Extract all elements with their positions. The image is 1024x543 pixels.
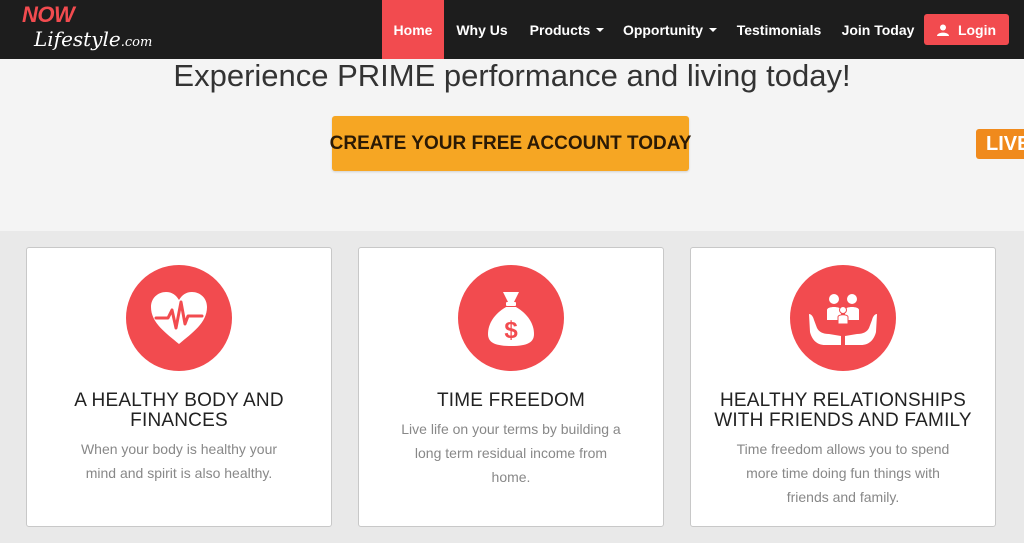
feature-desc-line: friends and family. — [786, 489, 900, 505]
feature-description: Time freedom allows you to spend more ti… — [721, 437, 965, 509]
feature-title-line2: FINANCES — [130, 410, 228, 431]
feature-title-line2: WITH FRIENDS AND FAMILY — [714, 410, 972, 431]
top-navbar: NOW Lifestyle.com Home Why Us Products O… — [0, 0, 1024, 59]
nav-item-why-us[interactable]: Why Us — [444, 0, 520, 59]
svg-text:$: $ — [504, 317, 518, 344]
feature-desc-line: When your body is healthy your — [80, 441, 278, 457]
nav-item-home[interactable]: Home — [382, 0, 444, 59]
money-bag-icon: $ — [488, 292, 534, 346]
nav-item-testimonials[interactable]: Testimonials — [726, 0, 832, 59]
logo-main-text: Lifestyle — [34, 27, 121, 51]
feature-desc-line: Live life on your terms by building a — [401, 421, 621, 437]
features-section: A HEALTHY BODY AND FINANCES When your bo… — [0, 231, 1024, 543]
nav-label-home: Home — [393, 21, 433, 38]
feature-card-healthy-body: A HEALTHY BODY AND FINANCES When your bo… — [26, 247, 332, 527]
chevron-down-icon — [709, 27, 718, 32]
nav-item-opportunity[interactable]: Opportunity — [614, 0, 726, 59]
logo-lifestyle-text: Lifestyle.com — [34, 28, 152, 54]
nav-label-why-us: Why Us — [456, 21, 508, 38]
feature-desc-line: more time doing fun things with — [746, 465, 940, 481]
feature-title-line1: HEALTHY RELATIONSHIPS — [720, 390, 966, 411]
family-hands-icon — [809, 294, 877, 345]
nav-item-products[interactable]: Products — [520, 0, 614, 59]
hero-section: Experience PRIME performance and living … — [0, 59, 1024, 231]
feature-card-relationships: HEALTHY RELATIONSHIPS WITH FRIENDS AND F… — [690, 247, 996, 527]
nav-label-join-today: Join Today — [841, 21, 915, 38]
hero-headline: Experience PRIME performance and living … — [173, 58, 851, 93]
logo-suffix-text: .com — [120, 35, 153, 50]
brand-logo[interactable]: NOW Lifestyle.com — [22, 2, 152, 51]
feature-desc-line: long term residual income from — [414, 445, 608, 461]
nav-item-join-today[interactable]: Join Today — [832, 0, 924, 59]
nav-label-testimonials: Testimonials — [736, 21, 822, 38]
live-chat-tab[interactable]: LIVE — [976, 129, 1024, 159]
user-icon — [936, 24, 949, 36]
heart-pulse-icon — [151, 292, 207, 344]
feature-description: Live life on your terms by building a lo… — [389, 417, 633, 489]
login-button[interactable]: Login — [924, 14, 1009, 45]
logo-now-text: NOW — [22, 2, 75, 27]
feature-desc-line: mind and spirit is also healthy. — [85, 465, 273, 481]
feature-desc-line: Time freedom allows you to spend — [736, 441, 950, 457]
feature-desc-line: home. — [491, 469, 531, 485]
feature-icon-circle — [126, 265, 232, 371]
create-account-button[interactable]: CREATE YOUR FREE ACCOUNT TODAY — [330, 116, 691, 171]
feature-icon-circle: $ — [458, 265, 564, 371]
login-label: Login — [957, 21, 997, 38]
feature-title-line1: TIME FREEDOM — [436, 390, 586, 411]
nav-label-opportunity: Opportunity — [622, 21, 704, 38]
feature-icon-circle — [790, 265, 896, 371]
main-nav: Home Why Us Products Opportunity Testimo… — [382, 0, 924, 59]
nav-label-products: Products — [529, 21, 591, 38]
feature-title-line1: A HEALTHY BODY AND — [74, 390, 284, 411]
feature-description: When your body is healthy your mind and … — [57, 437, 301, 485]
feature-card-time-freedom: $ TIME FREEDOM Live life on your terms b… — [358, 247, 664, 527]
chevron-down-icon — [596, 27, 605, 32]
